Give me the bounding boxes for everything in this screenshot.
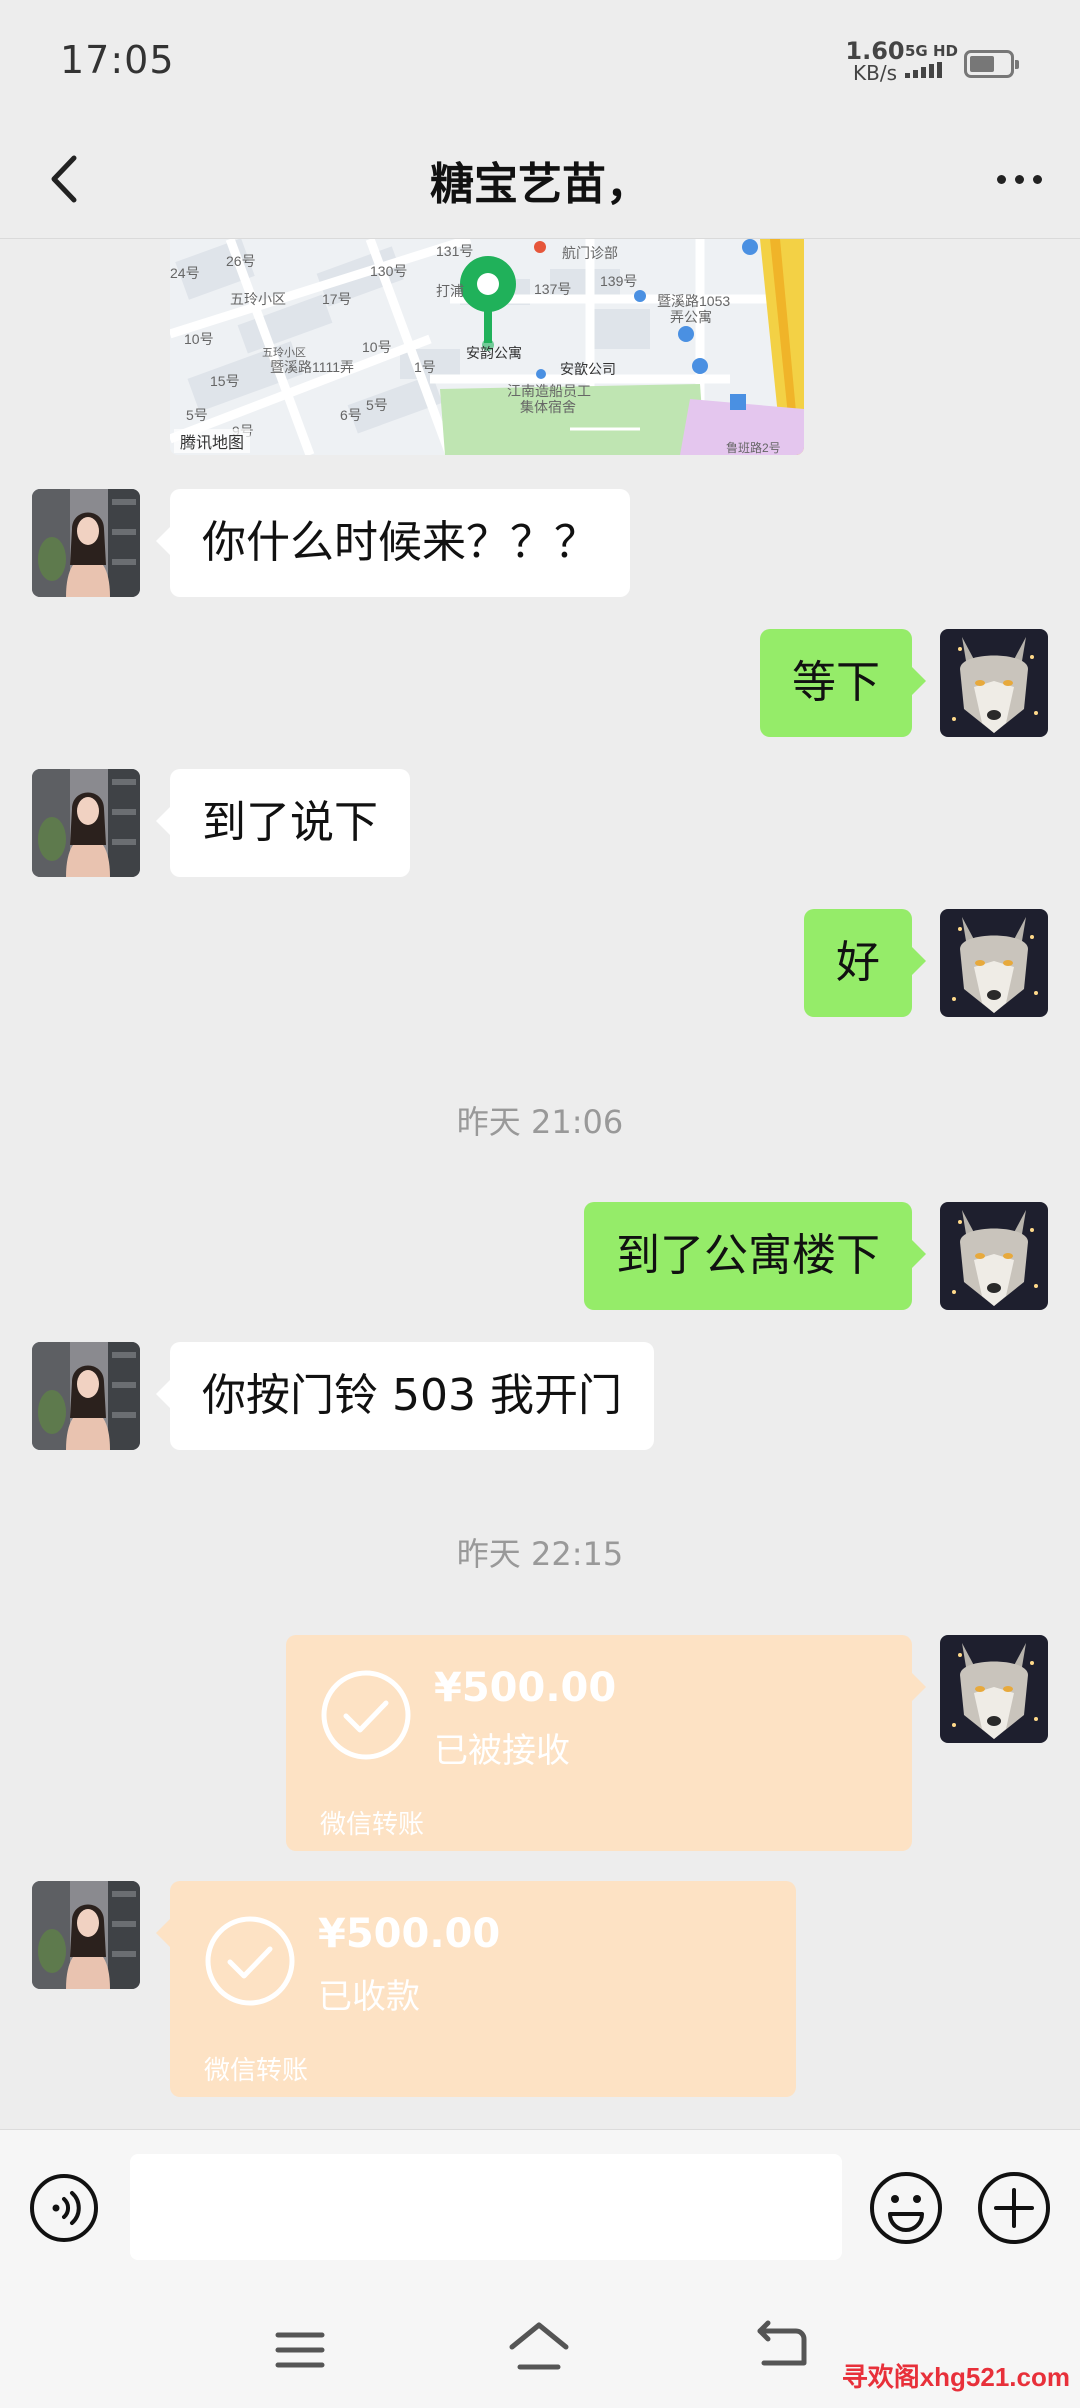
message-bubble-incoming[interactable]: 你什么时候来？？？ (156, 489, 630, 597)
battery-icon (964, 50, 1019, 78)
voice-icon (30, 2174, 98, 2242)
nav-menu-button[interactable] (270, 2325, 330, 2375)
transfer-label: 微信转账 (204, 2056, 309, 2086)
transfer-status: 已被接收 (434, 1731, 570, 1771)
map-label: 139号 (600, 273, 638, 289)
network-speed: 1.60 KB/s (845, 37, 905, 85)
chat-input-bar (0, 2129, 1080, 2286)
transfer-card-incoming[interactable]: ¥500.00 已收款 微信转账 (156, 1881, 796, 2097)
plus-icon (978, 2172, 1050, 2244)
my-avatar[interactable] (940, 1635, 1048, 1743)
page-title: 糖宝艺苗， (430, 159, 650, 210)
my-avatar[interactable] (940, 1202, 1048, 1310)
contact-avatar[interactable] (32, 1881, 140, 1989)
location-map-card[interactable]: 航门诊部 打浦 安韵公寓 安歆公司 江南造船员工 集体宿舍 暨溪路1053 弄公… (170, 239, 804, 455)
map-label: 17号 (322, 291, 352, 307)
home-icon (509, 2322, 569, 2370)
more-button[interactable] (984, 144, 1054, 214)
status-time: 17:05 (60, 38, 175, 82)
emoji-button[interactable] (868, 2170, 944, 2246)
map-label: 5号 (186, 407, 208, 423)
message-bubble-incoming[interactable]: 到了说下 (156, 769, 410, 877)
my-avatar[interactable] (940, 629, 1048, 737)
back-icon (757, 2320, 807, 2366)
map-label: 5号 (366, 397, 388, 413)
voice-button[interactable] (28, 2172, 100, 2244)
map-label: 弄公寓 (670, 309, 712, 325)
map-label: 五玲小区 (230, 291, 286, 307)
chat-message-list[interactable]: 航门诊部 打浦 安韵公寓 安歆公司 江南造船员工 集体宿舍 暨溪路1053 弄公… (0, 239, 1080, 2129)
map-provider-logo: 腾讯地图 (174, 429, 251, 453)
message-bubble-outgoing[interactable]: 好 (804, 909, 926, 1017)
map-label: 安歆公司 (560, 361, 616, 377)
map-label: 1号 (414, 359, 436, 375)
my-avatar[interactable] (940, 909, 1048, 1017)
map-label: 暨溪路1111弄 (270, 359, 355, 375)
map-label: 24号 (170, 265, 200, 281)
contact-avatar[interactable] (32, 1342, 140, 1450)
transfer-card-outgoing[interactable]: ¥500.00 已被接收 微信转账 (286, 1635, 926, 1851)
system-nav-bar: 寻欢阁xhg521.com (0, 2285, 1080, 2408)
transfer-status: 已收款 (318, 1977, 420, 2017)
nav-home-button[interactable] (506, 2317, 572, 2377)
more-dots-icon (996, 174, 1006, 184)
watermark-text: 寻欢阁xhg521.com (841, 2362, 1070, 2392)
map-label: 集体宿舍 (520, 399, 576, 415)
chat-header: 糖宝艺苗， (0, 120, 1080, 239)
transfer-label: 微信转账 (320, 1810, 425, 1840)
message-bubble-outgoing[interactable]: 到了公寓楼下 (584, 1202, 926, 1310)
network-type: 5G HD (905, 42, 958, 60)
map-label: 15号 (210, 373, 240, 389)
nav-back-button[interactable] (750, 2319, 810, 2375)
transfer-amount: ¥500.00 (318, 1911, 501, 1957)
signal-icon: 5G HD (905, 42, 961, 78)
message-bubble-incoming[interactable]: 你按门铃 503 我开门 (156, 1342, 654, 1450)
map-label: 130号 (370, 263, 408, 279)
network-speed-unit: KB/s (853, 61, 897, 85)
map-label: 26号 (226, 253, 256, 269)
contact-avatar[interactable] (32, 489, 140, 597)
contact-avatar[interactable] (32, 769, 140, 877)
message-timestamp: 昨天 21:06 (456, 1103, 624, 1141)
message-input[interactable] (130, 2154, 842, 2260)
more-actions-button[interactable] (976, 2170, 1052, 2246)
map-label: 安韵公寓 (466, 345, 522, 361)
message-bubble-outgoing[interactable]: 等下 (760, 629, 926, 737)
map-label: 137号 (534, 281, 572, 297)
map-label: 鲁班路2号 (726, 441, 781, 455)
status-bar: 17:05 1.60 KB/s 5G HD (0, 0, 1080, 120)
emoji-icon (870, 2172, 942, 2244)
map-label: 6号 (340, 407, 362, 423)
menu-icon (275, 2332, 325, 2368)
transfer-amount: ¥500.00 (434, 1665, 617, 1711)
map-label: 10号 (362, 339, 392, 355)
message-timestamp: 昨天 22:15 (456, 1535, 624, 1573)
check-circle-icon (205, 1916, 295, 2006)
check-circle-icon (321, 1670, 411, 1760)
map-label: 10号 (184, 331, 214, 347)
map-label: 航门诊部 (562, 245, 618, 261)
map-label: 131号 (436, 243, 474, 259)
network-speed-value: 1.60 (845, 37, 905, 65)
map-label: 打浦 (436, 283, 464, 299)
